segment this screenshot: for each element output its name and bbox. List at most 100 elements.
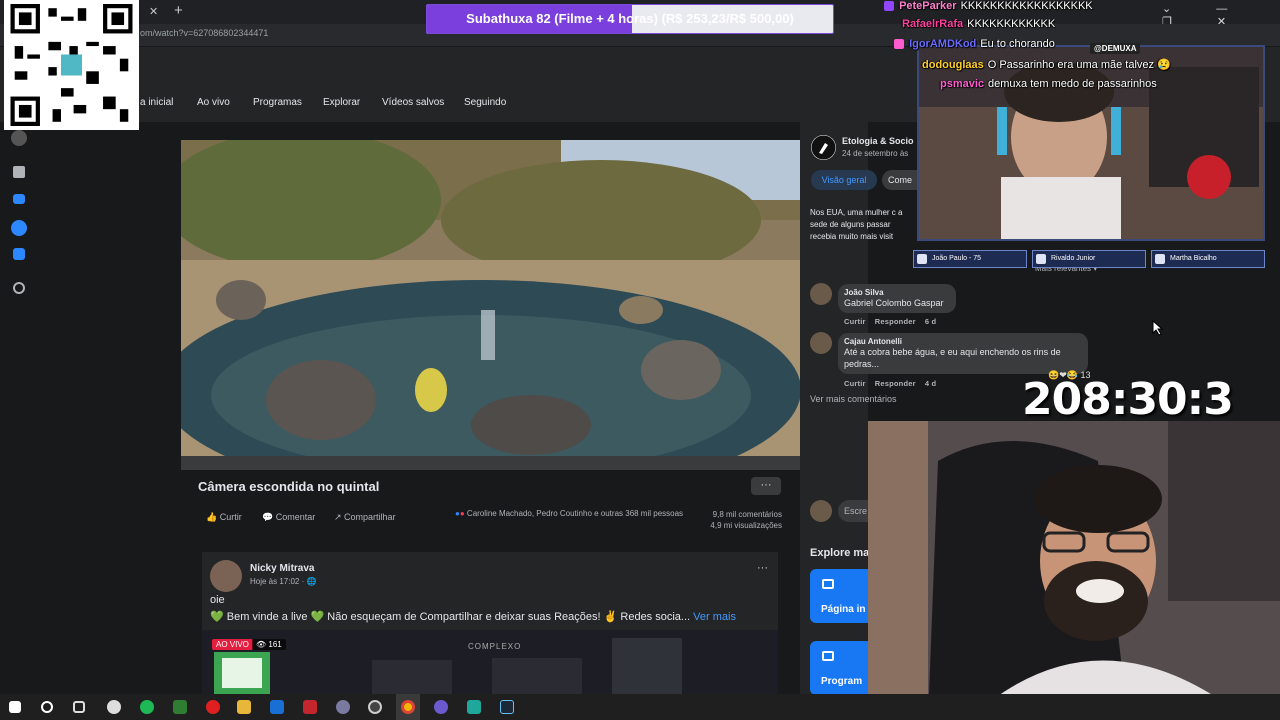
video-description: Nos EUA, uma mulher c a sede de alguns p… (810, 208, 903, 241)
app-icon[interactable] (434, 700, 448, 714)
views-count: 4,9 mi visualizações (710, 521, 782, 530)
calculator-icon[interactable] (173, 700, 187, 714)
post-body-text: 💚 Bem vinde a live 💚 Não esqueçam de Com… (210, 611, 691, 623)
app-icon[interactable] (467, 700, 481, 714)
bird-bath-video-frame (181, 140, 800, 456)
page-avatar[interactable] (811, 135, 836, 160)
live-video-thumbnail[interactable] (202, 630, 778, 694)
explore-card-home[interactable]: Página in (810, 569, 868, 623)
mail-icon[interactable] (270, 700, 284, 714)
video-stats: 9,8 mil comentários 4,9 mi visualizações (650, 509, 782, 531)
subathon-goal-bar: Subathuxa 82 (Filme + 4 horas) (R$ 253,2… (426, 4, 834, 34)
comment-actions: Curtir Responder 6 d (844, 317, 936, 326)
chat-text: KKKKKKKKKKKK (967, 18, 1056, 30)
comment-like-button[interactable]: Curtir (844, 317, 866, 326)
tab-following[interactable]: Seguindo (464, 97, 506, 111)
explore-card-label: Program (821, 676, 863, 687)
live-viewer-count: 👁 161 (252, 639, 286, 650)
subathon-timer: 208:30:3 (1022, 374, 1234, 425)
comment-like-button[interactable]: Curtir (844, 379, 866, 388)
post-more-button[interactable]: ··· (757, 562, 768, 574)
chat-message: psmavic demuxa tem medo de passarinhos (940, 78, 1157, 96)
shows-icon (822, 651, 834, 661)
tab-live[interactable]: Ao vivo (197, 97, 230, 111)
app-icon[interactable] (336, 700, 350, 714)
tab-shows[interactable]: Programas (253, 97, 302, 111)
stream-chat-overlay: PeteParker KKKKKKKKKKKKKKKKKK RafaelrRafa… (884, 0, 1280, 96)
video-progress-area[interactable] (181, 456, 800, 470)
sub-badge-icon (894, 39, 904, 50)
chat-username: psmavic (940, 78, 985, 90)
avatar[interactable] (810, 332, 832, 354)
settings-gear-icon[interactable] (107, 700, 121, 714)
file-explorer-icon[interactable] (237, 700, 251, 714)
post-timestamp[interactable]: Hoje às 17:02 · 🌐 (250, 577, 316, 586)
post-text-line: oie (210, 594, 225, 606)
avatar[interactable] (810, 283, 832, 305)
avatar-icon[interactable] (11, 130, 27, 146)
tab-saved-videos[interactable]: Vídeos salvos (382, 97, 444, 111)
opera-icon[interactable] (206, 700, 220, 714)
comment-button[interactable]: 💬 Comentar (262, 512, 315, 523)
avatar[interactable] (210, 560, 242, 592)
post-date: 24 de setembro às (842, 149, 909, 158)
link-icon[interactable] (13, 282, 25, 294)
tab-overview[interactable]: Visão geral (811, 170, 877, 190)
avatar (810, 500, 832, 522)
see-more-link[interactable]: Ver mais (693, 611, 736, 623)
share-button[interactable]: ↗ Compartilhar (334, 512, 396, 523)
like-button[interactable]: 👍 Curtir (206, 512, 242, 523)
subathon-goal-text: Subathuxa 82 (Filme + 4 horas) (R$ 253,2… (466, 11, 794, 26)
see-more-comments-link[interactable]: Ver mais comentários (810, 394, 897, 404)
tab-comments[interactable]: Come (882, 170, 918, 190)
mod-tag: Rivaldo Junior (1032, 250, 1146, 268)
search-icon[interactable] (41, 701, 53, 713)
comment-bubble: Cajau Antonelli Até a cobra bebe água, e… (838, 333, 1088, 374)
share-label: Compartilhar (344, 512, 396, 522)
qr-code (4, 0, 139, 130)
comments-count[interactable]: 9,8 mil comentários (650, 509, 782, 520)
webcam-overlay-main (868, 421, 1280, 720)
video-player[interactable] (181, 140, 800, 456)
app-icon[interactable] (303, 700, 317, 714)
explore-heading: Explore ma (810, 547, 870, 559)
comment-reply-button[interactable]: Responder (875, 317, 916, 326)
share-icon (1155, 254, 1165, 264)
chrome-icon[interactable] (401, 700, 415, 714)
comment-reply-button[interactable]: Responder (875, 379, 916, 388)
watch-icon[interactable] (13, 194, 25, 204)
star-icon (917, 254, 927, 264)
task-view-icon[interactable] (73, 701, 85, 713)
mouse-cursor-icon (1152, 320, 1164, 336)
tab-explore[interactable]: Explorar (323, 97, 360, 111)
live-thumbnail-image (202, 630, 778, 694)
spotify-icon[interactable] (140, 700, 154, 714)
love-reaction-icon: ● (459, 509, 465, 518)
page-name[interactable]: Etologia & Socio (842, 136, 918, 146)
chat-message: RafaelrRafa KKKKKKKKKKKK (902, 18, 1055, 36)
obs-icon[interactable] (368, 700, 382, 714)
explore-card-label: Página in (821, 604, 866, 615)
marketplace-icon[interactable] (13, 248, 25, 260)
post-author[interactable]: Nicky Mitrava (250, 563, 314, 574)
mod-name: João Paulo - 75 (932, 255, 982, 262)
explore-card-shows[interactable]: Program (810, 641, 868, 695)
comment-author[interactable]: Cajau Antonelli (844, 337, 1082, 346)
url-text[interactable]: om/watch?v=627086802344471 (140, 28, 268, 38)
chat-message: IgorAMDKod Eu to chorando (894, 38, 1055, 56)
new-tab-button[interactable]: + (174, 2, 183, 19)
chat-username: RafaelrRafa (902, 18, 964, 30)
comment-label: Comentar (275, 512, 316, 522)
tab-close-button[interactable]: ✕ (149, 5, 158, 18)
menu-grid-icon[interactable] (13, 166, 25, 178)
comment-author[interactable]: João Silva (844, 288, 950, 297)
reactions-summary[interactable]: ●● Caroline Machado, Pedro Coutinho e ou… (455, 509, 683, 518)
tab-home[interactable]: a inicial (140, 97, 173, 111)
windows-taskbar (0, 694, 1280, 720)
video-more-button[interactable]: ··· (751, 477, 781, 495)
page-logo-icon (811, 135, 836, 160)
steam-icon[interactable] (500, 700, 514, 714)
chat-username: IgorAMDKod (909, 38, 977, 50)
start-icon[interactable] (9, 701, 21, 713)
groups-icon[interactable] (11, 220, 27, 236)
